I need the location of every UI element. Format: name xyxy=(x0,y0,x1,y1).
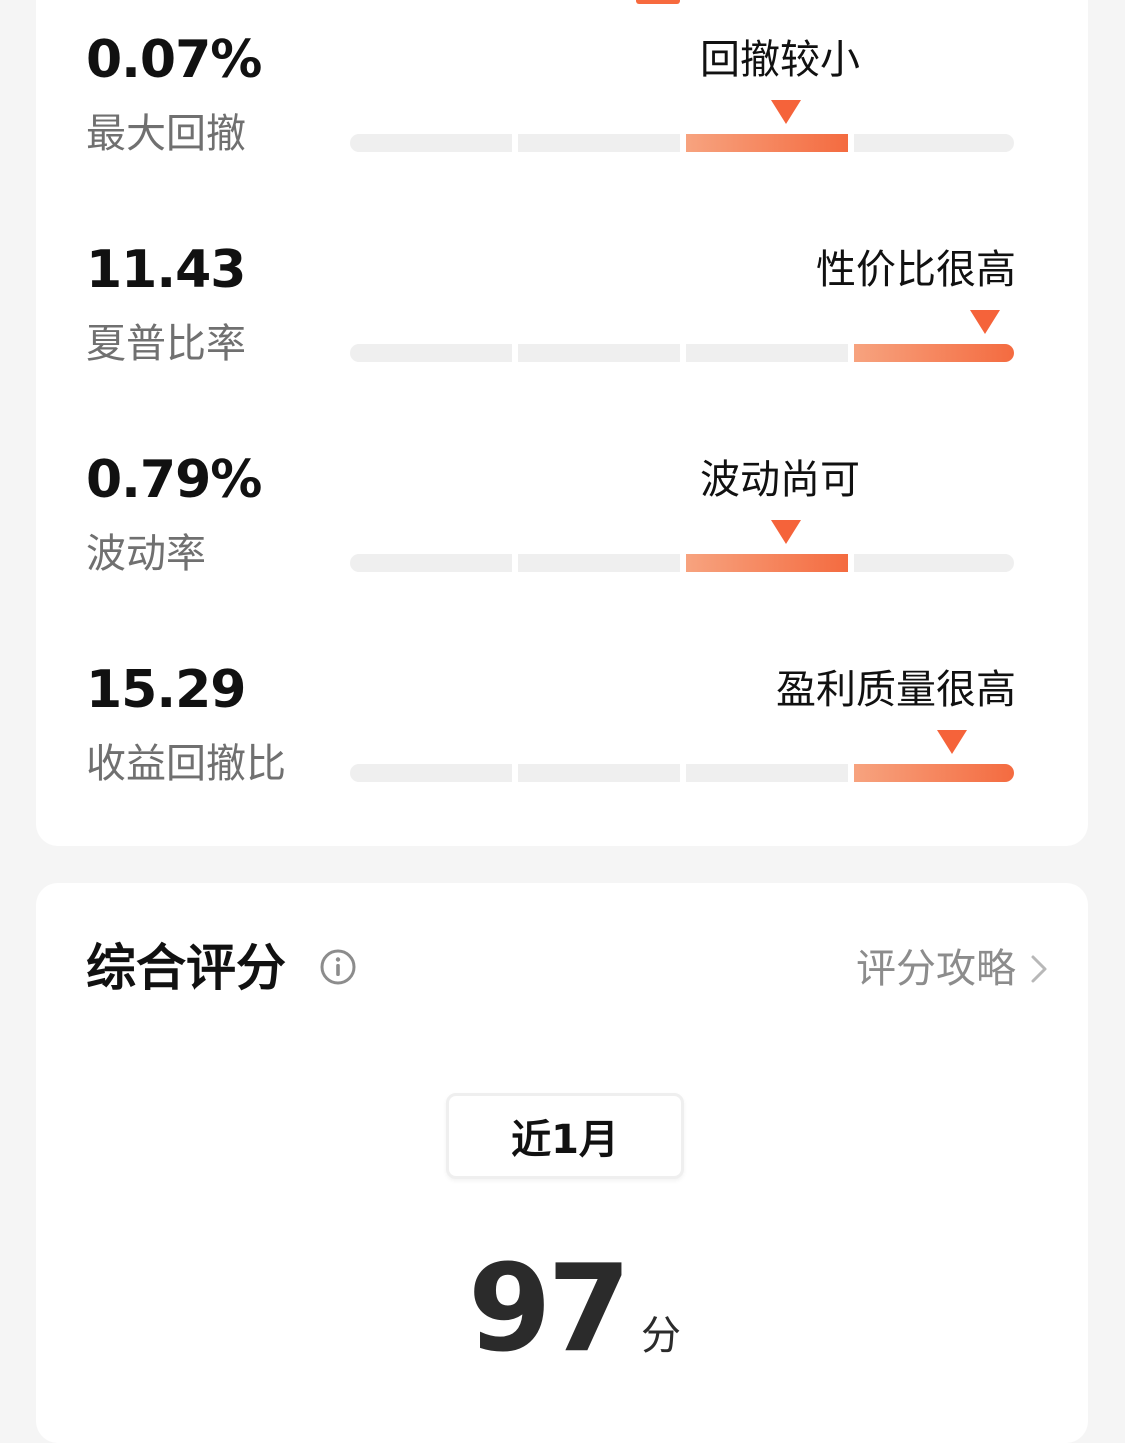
level-segment xyxy=(518,344,680,362)
metric-status: 性价比很高 xyxy=(816,247,1016,293)
level-segment xyxy=(854,554,1014,572)
metric-row-return-drawdown-ratio: 15.29 收益回撤比 盈利质量很高 xyxy=(36,660,1088,860)
metric-value: 0.79% xyxy=(86,450,262,510)
metric-row-volatility: 0.79% 波动率 波动尚可 xyxy=(36,450,1088,650)
info-icon[interactable] xyxy=(320,949,356,985)
level-bar xyxy=(350,764,1014,782)
metric-label: 最大回撤 xyxy=(86,111,246,157)
score-unit: 分 xyxy=(641,1313,681,1359)
level-segment xyxy=(518,764,680,782)
level-segment xyxy=(518,554,680,572)
level-segment xyxy=(686,344,848,362)
metric-status: 回撤较小 xyxy=(700,37,860,83)
level-segment xyxy=(350,554,512,572)
level-segment-active xyxy=(686,134,848,152)
metric-row-max-drawdown: 0.07% 最大回撤 回撤较小 xyxy=(36,30,1088,230)
section-title: 综合评分 xyxy=(86,939,286,997)
triangle-down-icon xyxy=(970,310,1000,334)
level-segment xyxy=(350,134,512,152)
risk-metrics-card: 0.07% 最大回撤 回撤较小 11.43 夏普比率 性价比很高 0.79% 波… xyxy=(36,0,1088,846)
level-segment xyxy=(686,764,848,782)
triangle-down-icon xyxy=(771,100,801,124)
period-selector-button[interactable]: 近1月 xyxy=(446,1093,684,1179)
level-segment-active xyxy=(854,344,1014,362)
metric-label: 波动率 xyxy=(86,531,206,577)
level-bar xyxy=(350,554,1014,572)
metric-value: 15.29 xyxy=(86,660,246,720)
score-value: 97 xyxy=(468,1240,631,1379)
level-segment xyxy=(350,764,512,782)
metric-status: 盈利质量很高 xyxy=(776,667,1016,713)
score-guide-link[interactable]: 评分攻略 xyxy=(856,939,1048,999)
level-segment xyxy=(854,134,1014,152)
metric-value: 0.07% xyxy=(86,30,262,90)
chevron-right-icon xyxy=(1031,955,1047,983)
level-segment-active xyxy=(686,554,848,572)
level-bar xyxy=(350,344,1014,362)
level-bar xyxy=(350,134,1014,152)
level-segment xyxy=(518,134,680,152)
triangle-down-icon xyxy=(771,520,801,544)
metric-value: 11.43 xyxy=(86,240,246,300)
level-segment-active xyxy=(854,764,1014,782)
triangle-down-icon xyxy=(937,730,967,754)
overall-score-card: 综合评分 评分攻略 近1月 97 分 xyxy=(36,883,1088,1443)
score-guide-label: 评分攻略 xyxy=(856,946,1016,992)
score-display: 97 分 xyxy=(468,1240,681,1379)
tab-indicator xyxy=(636,0,680,4)
metric-label: 夏普比率 xyxy=(86,321,246,367)
level-segment xyxy=(350,344,512,362)
metric-row-sharpe-ratio: 11.43 夏普比率 性价比很高 xyxy=(36,240,1088,440)
metric-status: 波动尚可 xyxy=(700,457,860,503)
metric-label: 收益回撤比 xyxy=(86,741,286,787)
